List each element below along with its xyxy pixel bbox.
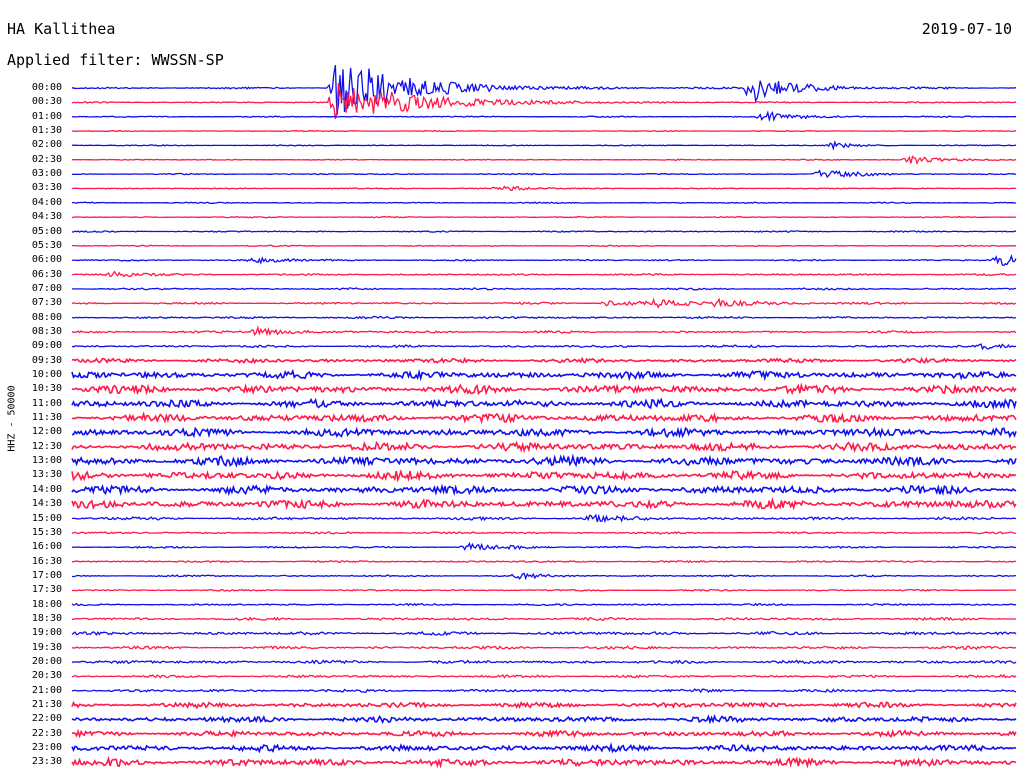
trace-row bbox=[71, 688, 1017, 694]
trace-row bbox=[72, 588, 1017, 592]
trace-row bbox=[71, 397, 1017, 410]
trace-row bbox=[71, 368, 1017, 382]
trace-row bbox=[71, 244, 1017, 248]
trace-row bbox=[71, 254, 1017, 267]
trace-row bbox=[71, 110, 1016, 123]
trace-row bbox=[71, 440, 1017, 454]
trace-row bbox=[71, 287, 1017, 291]
trace-row bbox=[71, 602, 1017, 607]
trace-row bbox=[72, 572, 1017, 581]
trace-row bbox=[72, 513, 1017, 524]
trace-row bbox=[71, 559, 1017, 564]
helicorder-plot bbox=[71, 64, 1017, 769]
trace-row bbox=[71, 541, 1017, 552]
trace-row bbox=[71, 728, 1017, 739]
trace-row bbox=[71, 155, 1017, 165]
trace-row bbox=[71, 630, 1017, 637]
seismogram-page: HA Kallithea 2019-07-10 Applied filter: … bbox=[0, 0, 1024, 780]
trace-row bbox=[71, 674, 1017, 679]
trace-row bbox=[71, 343, 1017, 351]
trace-row bbox=[71, 411, 1017, 425]
trace-row bbox=[71, 230, 1017, 233]
trace-row bbox=[72, 426, 1017, 439]
trace-row bbox=[71, 483, 1017, 497]
trace-row bbox=[71, 469, 1017, 483]
trace-row bbox=[71, 700, 1017, 710]
trace-row bbox=[71, 453, 1017, 468]
trace-row bbox=[71, 297, 1017, 309]
trace-row bbox=[71, 270, 1017, 278]
trace-row bbox=[71, 140, 1017, 151]
trace-row bbox=[71, 169, 1017, 179]
trace-row bbox=[71, 64, 1016, 116]
trace-row bbox=[71, 315, 1017, 320]
trace-row bbox=[71, 356, 1017, 365]
trace-row bbox=[71, 201, 1017, 205]
trace-row bbox=[71, 531, 1017, 535]
trace-row bbox=[71, 755, 1017, 769]
trace-row bbox=[71, 382, 1017, 396]
trace-row bbox=[71, 129, 1017, 133]
trace-row bbox=[71, 645, 1017, 651]
trace-row bbox=[71, 496, 1017, 511]
trace-row bbox=[71, 325, 1017, 337]
trace-row bbox=[71, 185, 1017, 191]
trace-row bbox=[71, 659, 1017, 665]
trace-row bbox=[71, 741, 1017, 754]
trace-row bbox=[71, 215, 1016, 219]
trace-row bbox=[71, 713, 1017, 725]
trace-row bbox=[71, 616, 1017, 622]
